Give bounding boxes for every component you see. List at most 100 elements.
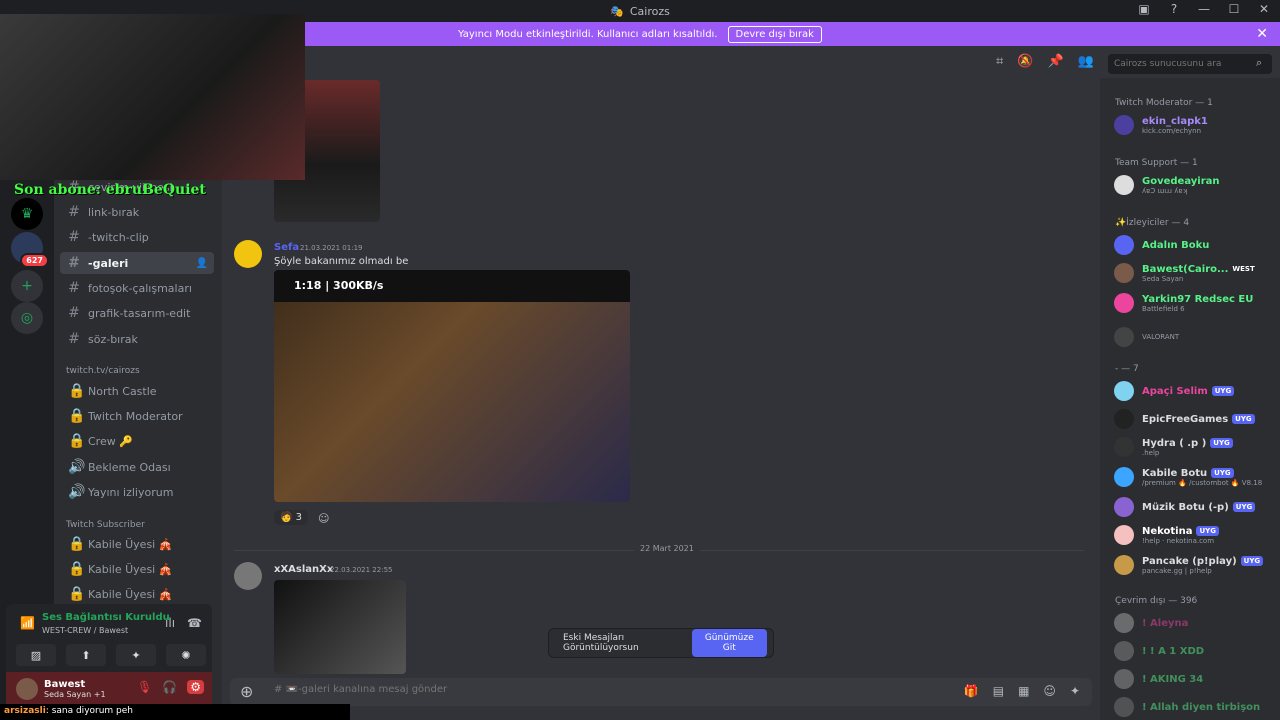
disable-streamer-mode-button[interactable]: Devre dışı bırak xyxy=(727,25,822,43)
app-badge: UYG xyxy=(1240,556,1264,566)
server-icon: 🎭 xyxy=(610,4,624,18)
channel-kabile-2[interactable]: 🔒 Kabile Üyesi 🎪 xyxy=(60,558,214,580)
add-server-button[interactable]: + xyxy=(11,270,43,302)
gif-icon[interactable]: ▤ xyxy=(993,684,1004,698)
upload-plus-icon[interactable]: ⊕ xyxy=(240,682,253,701)
reaction[interactable]: 🧑 3 xyxy=(274,510,309,525)
member-activity: ʎɐƆ ɯıɹɹ ʎɐʞ xyxy=(1142,186,1188,195)
channel-fotosok[interactable]: # fotoşok-çalışmaları xyxy=(60,277,214,299)
mic-muted-icon[interactable]: 🎙 xyxy=(137,680,152,694)
voice-channel-bekleme[interactable]: 🔊 Bekleme Odası xyxy=(60,456,214,478)
lock-icon: 🔒 xyxy=(68,408,86,424)
message-author[interactable]: Sefa xyxy=(274,242,299,253)
activities-icon[interactable]: ✦ xyxy=(116,644,156,666)
avatar[interactable] xyxy=(234,240,262,268)
channel-kabile-3[interactable]: 🔒 Kabile Üyesi 🎪 xyxy=(60,583,214,605)
maximize-icon[interactable]: ☐ xyxy=(1226,2,1242,16)
member-item[interactable]: Müzik Botu (-p) UYG xyxy=(1114,494,1278,520)
channel-twitch-clip[interactable]: # -twitch-clip xyxy=(60,226,214,248)
message-input[interactable] xyxy=(274,684,874,695)
pin-icon[interactable]: 📌 xyxy=(1048,54,1064,69)
avatar[interactable] xyxy=(234,562,262,590)
member-item[interactable]: VALORANT xyxy=(1114,324,1278,350)
message-composer: ⊕ 🎁 ▤ ▦ ☺ ✦ xyxy=(230,678,1092,706)
user-info: Bawest Seda Sayan +1 xyxy=(38,679,106,699)
apps-icon[interactable]: ✦ xyxy=(1070,684,1080,698)
emoji-icon[interactable]: ☺ xyxy=(1043,684,1056,698)
member-item[interactable]: Pancake (p!play) UYG pancake.gg | p!help xyxy=(1114,552,1278,578)
lock-icon: 🔒 xyxy=(68,433,86,449)
gift-icon[interactable]: 🎁 xyxy=(964,684,979,698)
app-badge: UYG xyxy=(1232,414,1255,424)
minimize-icon[interactable]: — xyxy=(1196,2,1212,16)
help-icon[interactable]: ? xyxy=(1166,2,1182,16)
unread-badge: 627 xyxy=(20,253,49,268)
search-input[interactable] xyxy=(1108,54,1272,74)
soundboard-icon[interactable]: ✺ xyxy=(166,644,206,666)
plus-icon: + xyxy=(21,278,33,294)
avatar xyxy=(1114,327,1134,347)
member-name: EpicFreeGames xyxy=(1142,413,1229,425)
member-item[interactable]: Kabile Botu UYG/premium 🔥 /custombot 🔥 V8… xyxy=(1114,464,1278,490)
member-item[interactable]: Nekotina UYG !help · nekotina.com xyxy=(1114,522,1278,548)
member-name: Yarkin97 Redsec EU xyxy=(1142,293,1254,305)
add-reaction-icon[interactable]: ☺ xyxy=(318,512,329,525)
reaction-emoji: 🧑 xyxy=(280,512,293,523)
voice-status[interactable]: Ses Bağlantısı Kuruldu xyxy=(42,612,170,623)
noise-suppression-icon[interactable]: ılı xyxy=(165,616,175,630)
member-item[interactable]: Adalın Boku xyxy=(1114,232,1278,258)
threads-icon[interactable]: ⌗ xyxy=(996,54,1003,69)
avatar xyxy=(1114,697,1134,717)
member-item[interactable]: Govedeayiran ʎɐƆ ɯıɹɹ ʎɐʞ xyxy=(1114,172,1278,198)
inbox-icon[interactable]: ▣ xyxy=(1136,2,1152,16)
channel-link-birak[interactable]: # link-bırak xyxy=(60,201,214,223)
member-item[interactable]: Bawest(Cairo... WEST Seda Sayan xyxy=(1114,260,1278,286)
window-controls: ▣ ? — ☐ ✕ xyxy=(1136,2,1272,16)
member-activity: /premium 🔥 /custombot 🔥 V8.18 xyxy=(1142,478,1263,487)
gear-icon[interactable]: ⚙ xyxy=(187,680,204,694)
app-badge: UYG xyxy=(1232,502,1256,512)
channel-north-castle[interactable]: 🔒 North Castle xyxy=(60,380,214,402)
message-author[interactable]: xXAslanXx xyxy=(274,564,333,575)
category-subscriber[interactable]: Twitch Subscriber xyxy=(66,520,145,530)
member-item[interactable]: ! Aleyna xyxy=(1114,610,1278,636)
member-item[interactable]: Apaçi Selim UYG xyxy=(1114,378,1278,404)
close-icon[interactable]: ✕ xyxy=(1256,2,1272,16)
add-member-icon[interactable]: 👤 xyxy=(196,258,208,269)
member-item[interactable]: ! AKING 34 xyxy=(1114,666,1278,692)
channel-grafik[interactable]: # grafik-tasarım-edit xyxy=(60,302,214,324)
member-item[interactable]: ! Allah diyen tirbişon xyxy=(1114,694,1278,720)
notification-off-icon[interactable]: 🔕 xyxy=(1017,54,1033,69)
category-twitch[interactable]: twitch.tv/cairozs xyxy=(66,366,140,376)
channel-soz-birak[interactable]: # söz-bırak xyxy=(60,328,214,350)
member-item[interactable]: ekin_clapk1 kick.com/echynn xyxy=(1114,112,1278,138)
members-icon[interactable]: 👥 xyxy=(1078,54,1094,69)
screen-share-icon[interactable]: ⬆ xyxy=(66,644,106,666)
avatar xyxy=(1114,467,1134,487)
channel-kabile-1[interactable]: 🔒 Kabile Üyesi 🎪 xyxy=(60,533,214,555)
member-item[interactable]: EpicFreeGames UYG xyxy=(1114,406,1278,432)
avatar[interactable] xyxy=(16,678,38,700)
jump-to-present-button[interactable]: Günümüze Git xyxy=(691,629,767,657)
member-name: Nekotina xyxy=(1142,525,1193,537)
member-item[interactable]: ! ! A 1 XDD xyxy=(1114,638,1278,664)
attachment-image[interactable]: 1:18 | 300KB/s xyxy=(274,270,630,502)
member-item[interactable]: Hydra ( .p ) UYG .help xyxy=(1114,434,1278,460)
member-item[interactable]: Yarkin97 Redsec EU Battlefield 6 xyxy=(1114,290,1278,316)
channel-crew[interactable]: 🔒 Crew 🔑 xyxy=(60,430,214,452)
voice-channel-name[interactable]: WEST-CREW / Bawest xyxy=(42,626,128,635)
app-badge: UYG xyxy=(1211,468,1234,478)
latest-subscriber-overlay: Son abone: ebruBeQuiet xyxy=(14,182,206,198)
voice-channel-yayini[interactable]: 🔊 Yayını izliyorum xyxy=(60,481,214,503)
disconnect-icon[interactable]: ☎ xyxy=(187,616,202,630)
deafen-icon[interactable]: 🎧 xyxy=(162,680,177,694)
sticker-icon[interactable]: ▦ xyxy=(1018,684,1029,698)
server-icon-cairozs[interactable]: ♛ xyxy=(11,198,43,230)
server-icon-2[interactable]: 627 xyxy=(11,232,49,268)
channel-galeri[interactable]: # -galeri 👤 xyxy=(60,252,214,274)
attachment-image[interactable] xyxy=(274,580,406,674)
camera-off-icon[interactable]: ▨ xyxy=(16,644,56,666)
explore-button[interactable]: ◎ xyxy=(11,302,43,334)
close-banner-icon[interactable]: ✕ xyxy=(1256,26,1268,42)
channel-twitch-moderator[interactable]: 🔒 Twitch Moderator xyxy=(60,405,214,427)
